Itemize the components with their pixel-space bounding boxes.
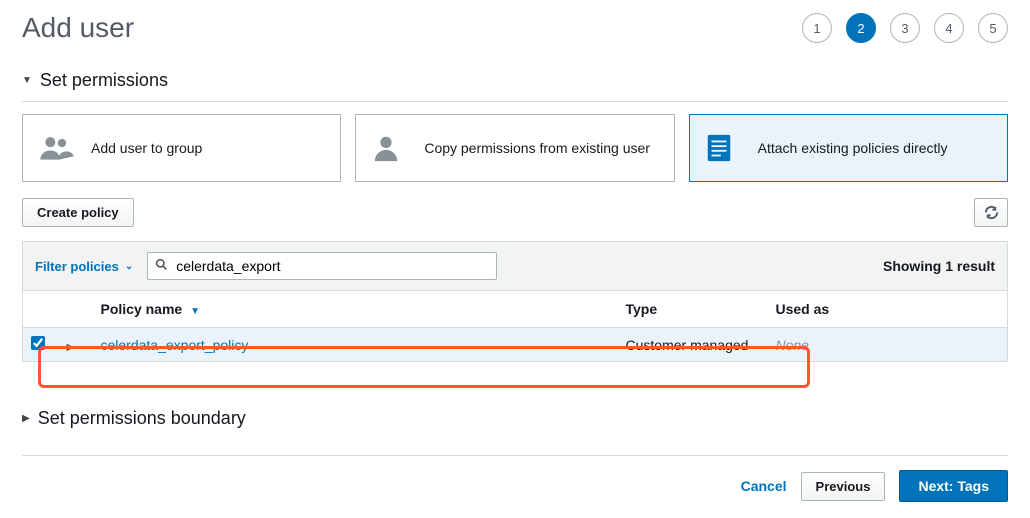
result-count: Showing 1 result xyxy=(883,258,995,274)
col-header-check xyxy=(23,291,59,328)
option-attach-policies[interactable]: Attach existing policies directly xyxy=(689,114,1008,182)
filter-label: Filter policies xyxy=(35,259,119,274)
option-add-to-group[interactable]: Add user to group xyxy=(22,114,341,182)
search-wrap xyxy=(147,252,497,280)
section-boundary-title: Set permissions boundary xyxy=(38,408,246,429)
policy-toolbar: Create policy xyxy=(22,198,1008,227)
next-button[interactable]: Next: Tags xyxy=(899,470,1008,502)
page-title: Add user xyxy=(22,12,134,44)
section-permissions-title: Set permissions xyxy=(40,70,168,91)
page-header: Add user 1 2 3 4 5 xyxy=(22,0,1008,64)
col-header-used[interactable]: Used as xyxy=(768,291,1008,328)
document-icon xyxy=(704,130,744,166)
col-header-name[interactable]: Policy name ▼ xyxy=(93,291,618,328)
option-copy-permissions-label: Copy permissions from existing user xyxy=(424,139,650,157)
caret-down-icon: ▼ xyxy=(22,75,32,86)
step-3[interactable]: 3 xyxy=(890,13,920,43)
wizard-steps: 1 2 3 4 5 xyxy=(802,13,1008,43)
chevron-down-icon: ⌄ xyxy=(125,261,133,272)
option-add-to-group-label: Add user to group xyxy=(91,139,202,157)
expand-row-icon[interactable]: ▶ xyxy=(67,342,75,353)
option-attach-policies-label: Attach existing policies directly xyxy=(758,139,948,157)
sort-indicator-icon: ▼ xyxy=(190,306,200,317)
filter-policies-dropdown[interactable]: Filter policies ⌄ xyxy=(35,259,133,274)
step-5[interactable]: 5 xyxy=(978,13,1008,43)
previous-button[interactable]: Previous xyxy=(801,472,886,501)
table-row[interactable]: ▶ celerdata_export_policy Customer manag… xyxy=(23,328,1008,362)
caret-right-icon: ▶ xyxy=(22,413,30,424)
col-header-expand xyxy=(59,291,93,328)
user-icon xyxy=(370,130,410,166)
option-copy-permissions[interactable]: Copy permissions from existing user xyxy=(355,114,674,182)
step-1[interactable]: 1 xyxy=(802,13,832,43)
policy-table: Policy name ▼ Type Used as ▶ celerdata_e… xyxy=(22,290,1008,362)
section-permissions-header[interactable]: ▼ Set permissions xyxy=(22,64,1008,97)
step-4[interactable]: 4 xyxy=(934,13,964,43)
cancel-link[interactable]: Cancel xyxy=(741,478,787,494)
search-icon xyxy=(155,258,168,274)
filter-bar: Filter policies ⌄ Showing 1 result xyxy=(22,241,1008,290)
group-icon xyxy=(37,130,77,166)
divider xyxy=(22,101,1008,102)
row-checkbox[interactable] xyxy=(31,336,45,350)
refresh-button[interactable] xyxy=(974,198,1008,227)
section-boundary-header[interactable]: ▶ Set permissions boundary xyxy=(22,402,1008,435)
footer-bar: Cancel Previous Next: Tags xyxy=(22,455,1008,516)
create-policy-button[interactable]: Create policy xyxy=(22,198,134,227)
search-input[interactable] xyxy=(147,252,497,280)
col-header-type[interactable]: Type xyxy=(618,291,768,328)
policy-name-link[interactable]: celerdata_export_policy xyxy=(101,337,249,353)
step-2[interactable]: 2 xyxy=(846,13,876,43)
policy-type: Customer managed xyxy=(626,337,749,353)
policy-used-as: None xyxy=(776,337,809,353)
refresh-icon xyxy=(984,205,999,220)
permission-options: Add user to group Copy permissions from … xyxy=(22,114,1008,182)
